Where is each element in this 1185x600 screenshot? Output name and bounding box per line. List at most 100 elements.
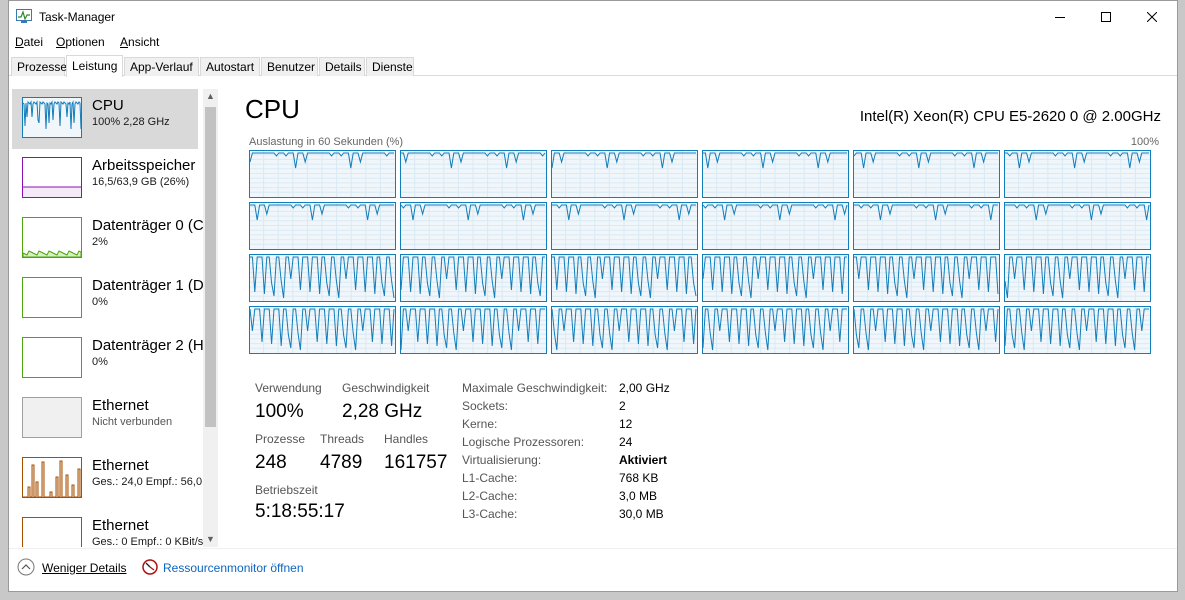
detail-value: 2: [619, 399, 626, 413]
logical-processor-graph: [853, 306, 1000, 354]
sidebar-thumbnail-graph: [22, 517, 82, 547]
detail-key: L2-Cache:: [462, 489, 518, 503]
footer: Weniger Details Ressourcenmonitor öffnen: [9, 551, 1177, 591]
threads-label: Threads: [320, 432, 365, 446]
tab-prozesse[interactable]: Prozesse: [11, 57, 67, 76]
close-button[interactable]: [1129, 1, 1175, 32]
menu-datei[interactable]: Datei: [15, 35, 43, 49]
sidebar-thumbnail-graph: [22, 457, 82, 498]
sidebar-item-detail: 100% 2,28 GHz: [92, 116, 170, 128]
logical-processor-graph: [249, 202, 396, 250]
logical-processor-graph: [551, 306, 698, 354]
detail-key: Sockets:: [462, 399, 509, 413]
detail-key: Logische Prozessoren:: [462, 435, 585, 449]
graph-max-label: 100%: [1130, 136, 1159, 148]
resource-monitor-icon: [142, 559, 158, 575]
usage-value: 100%: [255, 401, 304, 422]
sidebar-item-detail: 2%: [92, 236, 108, 248]
logical-processor-graph: [551, 150, 698, 198]
chevron-up-circle-icon[interactable]: [17, 558, 35, 576]
graph-label: Auslastung in 60 Sekunden (%): [249, 136, 404, 148]
sidebar-item-name: Datenträger 1 (D:: [92, 277, 208, 294]
tab-app-verlauf[interactable]: App-Verlauf: [124, 57, 199, 76]
menu-bar: Datei Optionen Ansicht: [9, 32, 1177, 52]
processes-label: Prozesse: [255, 432, 306, 446]
logical-processor-graph: [551, 202, 698, 250]
detail-key: Maximale Geschwindigkeit:: [462, 381, 608, 395]
sidebar-item-ethernet-1[interactable]: Ethernet Ges.: 24,0 Empf.: 56,0: [12, 449, 202, 509]
logical-processor-graph: [400, 150, 547, 198]
sidebar-item-memory[interactable]: Arbeitsspeicher 16,5/63,9 GB (26%): [12, 149, 198, 209]
tab-details[interactable]: Details: [319, 57, 365, 76]
uptime-value: 5:18:55:17: [255, 501, 345, 522]
tab-benutzer[interactable]: Benutzer: [261, 57, 318, 76]
sidebar-item-detail: Ges.: 24,0 Empf.: 56,0: [92, 476, 203, 488]
logical-processor-graph: [249, 150, 396, 198]
detail-key: Kerne:: [462, 417, 498, 431]
detail-value: Aktiviert: [619, 453, 668, 467]
logical-processor-graphs: [249, 150, 1151, 354]
menu-optionen[interactable]: Optionen: [56, 35, 105, 49]
title-bar: Task-Manager: [9, 1, 1177, 32]
logical-processor-graph: [551, 254, 698, 302]
scrollbar-thumb[interactable]: [205, 107, 216, 427]
page-title: CPU: [245, 94, 300, 124]
resource-sidebar: CPU 100% 2,28 GHz Arbeitsspeicher 16,5/63,9…: [9, 77, 219, 547]
sidebar-thumbnail-graph: [22, 157, 82, 198]
sidebar-item-detail: Ges.: 0 Empf.: 0 KBit/s: [92, 536, 204, 547]
speed-value: 2,28 GHz: [342, 401, 423, 422]
detail-key: Virtualisierung:: [462, 453, 542, 467]
sidebar-item-name: Ethernet: [92, 397, 149, 414]
sidebar-item-detail: Nicht verbunden: [92, 416, 173, 428]
footer-divider: [9, 548, 1177, 549]
sidebar-thumbnail-graph: [22, 397, 82, 438]
sidebar-thumbnail-graph: [22, 277, 82, 318]
sidebar-item-cpu[interactable]: CPU 100% 2,28 GHz: [12, 89, 198, 149]
logical-processor-graph: [400, 202, 547, 250]
window-title: Task-Manager: [39, 10, 116, 24]
logical-processor-graph: [702, 306, 849, 354]
logical-processor-graph: [1004, 202, 1151, 250]
cpu-panel: CPU Intel(R) Xeon(R) CPU E5-2620 0 @ 2.0…: [245, 91, 1161, 531]
menu-ansicht[interactable]: Ansicht: [120, 35, 159, 49]
sidebar-item-name: Ethernet: [92, 457, 149, 474]
tab-leistung[interactable]: Leistung: [66, 55, 123, 77]
sidebar-item-name: Arbeitsspeicher: [92, 157, 196, 174]
sidebar-item-detail: 0%: [92, 296, 108, 308]
sidebar-item-ethernet-2[interactable]: Ethernet Ges.: 0 Empf.: 0 KBit/s: [12, 509, 203, 547]
detail-value: 768 KB: [619, 471, 659, 485]
scroll-up-icon[interactable]: ▲: [203, 89, 218, 104]
resource-monitor-link[interactable]: Ressourcenmonitor öffnen: [163, 561, 304, 575]
sidebar-item-disk-1[interactable]: Datenträger 1 (D: 0%: [12, 269, 208, 329]
handles-value: 161757: [384, 452, 448, 473]
detail-key: L3-Cache:: [462, 507, 518, 521]
detail-key: L1-Cache:: [462, 471, 518, 485]
tab-autostart[interactable]: Autostart: [200, 57, 260, 76]
scroll-down-icon[interactable]: ▼: [203, 532, 218, 547]
maximize-icon: [1101, 11, 1111, 22]
minimize-icon: [1055, 16, 1065, 18]
uptime-label: Betriebszeit: [255, 483, 318, 497]
speed-label: Geschwindigkeit: [342, 381, 430, 395]
sidebar-item-disk-0[interactable]: Datenträger 0 (C: 2%: [12, 209, 208, 269]
logical-processor-graph: [1004, 254, 1151, 302]
logical-processor-graph: [853, 150, 1000, 198]
sidebar-item-ethernet-0[interactable]: Ethernet Nicht verbunden: [12, 389, 198, 449]
tab-dienste[interactable]: Dienste: [366, 57, 414, 76]
sidebar-item-name: Datenträger 0 (C:: [92, 217, 208, 234]
maximize-button[interactable]: [1083, 1, 1129, 32]
minimize-button[interactable]: [1037, 1, 1083, 32]
cpu-model: Intel(R) Xeon(R) CPU E5-2620 0 @ 2.00GHz: [859, 108, 1161, 125]
logical-processor-graph: [400, 306, 547, 354]
task-manager-app-icon: [16, 9, 32, 23]
sidebar-thumbnail-graph: [22, 337, 82, 378]
sidebar-item-name: Datenträger 2 (H: [92, 337, 204, 354]
close-icon: [1147, 11, 1157, 22]
detail-value: 30,0 MB: [619, 507, 664, 521]
fewer-details-button[interactable]: Weniger Details: [42, 561, 126, 575]
sidebar-item-disk-2[interactable]: Datenträger 2 (H 0%: [12, 329, 204, 389]
logical-processor-graph: [702, 254, 849, 302]
detail-value: 3,0 MB: [619, 489, 658, 503]
sidebar-item-name: CPU: [92, 97, 124, 114]
sidebar-scrollbar[interactable]: ▲ ▼: [203, 89, 218, 547]
